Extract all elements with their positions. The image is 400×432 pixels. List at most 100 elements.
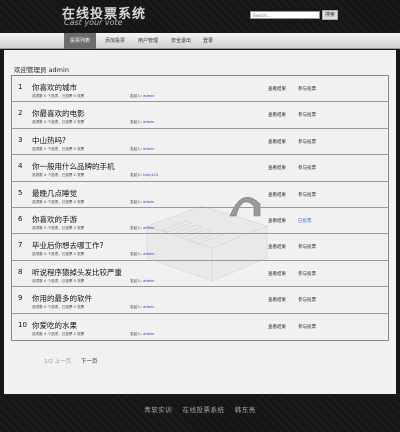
poll-title[interactable]: 中山热吗?: [32, 135, 66, 146]
initiator-name[interactable]: admin: [143, 226, 154, 230]
nav-user-management[interactable]: 用户管理: [133, 33, 163, 49]
header: 在线投票系统 Cast your vote 搜索: [0, 0, 400, 30]
initiator-name[interactable]: admin: [143, 200, 154, 204]
poll-number: 10: [18, 320, 27, 329]
vote-link[interactable]: 参与投票: [298, 324, 316, 330]
view-results-link[interactable]: 查看结果: [268, 297, 286, 303]
view-results-link[interactable]: 查看结果: [268, 86, 286, 92]
poll-meta: 选项数 4 个选项，已投票 0 张票: [32, 252, 85, 257]
poll-row: 2 你最喜欢的电影 选项数 4 个选项，已投票 0 张票 发起人: admin …: [12, 102, 388, 129]
vote-link[interactable]: 参与投票: [298, 165, 316, 171]
poll-title[interactable]: 你爱吃的水果: [32, 320, 77, 331]
initiator-name[interactable]: admin: [143, 305, 154, 309]
poll-list: 1 你喜欢的城市 选项数 4 个选项，已投票 0 张票 发起人: admin 查…: [11, 75, 389, 341]
initiator-label: 发起人:: [130, 146, 142, 151]
vote-link[interactable]: 参与投票: [298, 297, 316, 303]
view-results-link[interactable]: 查看结果: [268, 271, 286, 277]
poll-title[interactable]: 你喜欢的城市: [32, 82, 77, 93]
vote-link[interactable]: 参与投票: [298, 86, 316, 92]
poll-initiator: 发起人: admin: [130, 252, 154, 257]
poll-meta: 选项数 4 个选项，已投票 0 张票: [32, 120, 85, 125]
poll-meta: 选项数 4 个选项，已投票 0 张票: [32, 94, 85, 98]
footer: 青软实训 在线投票系统 韩东亮: [144, 406, 256, 414]
poll-number: 4: [18, 162, 23, 171]
next-page-link[interactable]: 下一页: [81, 359, 98, 365]
voted-status: 已投票: [298, 218, 312, 224]
view-results-link[interactable]: 查看结果: [268, 324, 286, 330]
vote-link[interactable]: 参与投票: [298, 244, 316, 250]
pagination: 1/2 上一页 下一页: [44, 357, 97, 365]
poll-initiator: 发起人: admin: [130, 332, 154, 337]
view-results-link[interactable]: 查看结果: [268, 165, 286, 171]
poll-initiator: 发起人: admin: [130, 305, 154, 310]
welcome-message: 欢迎管理员 admin: [14, 64, 69, 74]
vote-link[interactable]: 参与投票: [298, 271, 316, 277]
poll-title[interactable]: 最晚几点睡觉: [32, 188, 77, 199]
view-results-link[interactable]: 查看结果: [268, 218, 286, 224]
poll-initiator: 发起人: admin: [130, 200, 154, 205]
poll-row: 9 你用的最多的软件 选项数 4 个选项，已投票 0 张票 发起人: admin…: [12, 287, 388, 314]
welcome-label: 欢迎管理员: [14, 66, 47, 74]
initiator-label: 发起人:: [130, 94, 142, 98]
poll-number: 1: [18, 83, 23, 91]
nav-poll-list[interactable]: 投票列表: [64, 33, 96, 49]
search-input[interactable]: [250, 11, 320, 19]
poll-meta: 选项数 5 个选项，已投票 0 张票: [32, 225, 85, 230]
initiator-name[interactable]: admin: [143, 120, 154, 124]
main-nav: 投票列表 添加投票 用户管理 安全退出 登录: [0, 33, 400, 49]
poll-row: 8 听说程序猿掉头发比较严重 选项数 4 个选项，已投票 0 张票 发起人: a…: [12, 261, 388, 288]
initiator-name[interactable]: admin: [143, 94, 154, 98]
poll-row: 7 毕业后你想去哪工作? 选项数 4 个选项，已投票 0 张票 发起人: adm…: [12, 234, 388, 261]
poll-row: 3 中山热吗? 选项数 2 个选项，已投票 0 张票 发起人: admin 查看…: [12, 129, 388, 156]
nav-add-poll[interactable]: 添加投票: [100, 33, 130, 49]
poll-row: 10 你爱吃的水果 选项数 4 个选项，已投票 0 张票 发起人: admin …: [12, 314, 388, 340]
initiator-label: 发起人:: [130, 199, 142, 204]
initiator-label: 发起人:: [130, 120, 142, 125]
poll-meta: 选项数 4 个选项，已投票 0 张票: [32, 305, 85, 310]
poll-initiator: 发起人: admin: [130, 147, 154, 152]
poll-number: 2: [18, 109, 23, 118]
poll-number: 3: [18, 135, 23, 144]
initiator-name[interactable]: admin: [143, 279, 154, 283]
initiator-label: 发起人:: [130, 305, 142, 310]
vote-link[interactable]: 参与投票: [298, 192, 316, 198]
poll-initiator: 发起人: admin: [130, 120, 154, 125]
view-results-link[interactable]: 查看结果: [268, 244, 286, 250]
poll-meta: 选项数 4 个选项，已投票 0 张票: [32, 199, 85, 204]
search-button[interactable]: 搜索: [322, 10, 338, 20]
nav-logout[interactable]: 安全退出: [166, 33, 196, 49]
view-results-link[interactable]: 查看结果: [268, 192, 286, 198]
poll-row: 1 你喜欢的城市 选项数 4 个选项，已投票 0 张票 发起人: admin 查…: [12, 76, 388, 103]
initiator-label: 发起人:: [130, 331, 142, 336]
app-subtitle: Cast your vote: [64, 18, 123, 27]
initiator-name[interactable]: admin: [143, 252, 154, 256]
initiator-name[interactable]: admin: [143, 332, 154, 336]
poll-title[interactable]: 毕业后你想去哪工作?: [32, 240, 103, 251]
initiator-label: 发起人:: [130, 173, 142, 178]
poll-title[interactable]: 你用的最多的软件: [32, 293, 92, 304]
vote-link[interactable]: 参与投票: [298, 112, 316, 118]
poll-meta: 选项数 4 个选项，已投票 0 张票: [32, 278, 85, 283]
view-results-link[interactable]: 查看结果: [268, 139, 286, 145]
poll-title[interactable]: 你最喜欢的电影: [32, 108, 85, 119]
poll-row: 6 你喜欢的手游 选项数 5 个选项，已投票 0 张票 发起人: admin 查…: [12, 208, 388, 235]
poll-title[interactable]: 你喜欢的手游: [32, 214, 77, 225]
initiator-name[interactable]: admin: [143, 147, 154, 151]
poll-meta: 选项数 4 个选项，已投票 0 张票: [32, 331, 85, 336]
poll-initiator: 发起人: admin: [130, 279, 154, 284]
poll-initiator: 发起人: admin: [130, 94, 154, 99]
initiator-name[interactable]: hsky123: [143, 173, 158, 177]
welcome-user: admin: [48, 66, 69, 74]
poll-number: 9: [18, 294, 23, 303]
poll-meta: 选项数 4 个选项，已投票 2 张票: [32, 173, 85, 178]
poll-initiator: 发起人: admin: [130, 226, 154, 231]
initiator-label: 发起人:: [130, 252, 142, 257]
prev-page-link[interactable]: 上一页: [55, 359, 72, 365]
vote-link[interactable]: 参与投票: [298, 139, 316, 145]
view-results-link[interactable]: 查看结果: [268, 112, 286, 118]
poll-number: 7: [18, 241, 23, 250]
poll-number: 8: [18, 267, 23, 276]
poll-title[interactable]: 听说程序猿掉头发比较严重: [32, 267, 122, 278]
poll-title[interactable]: 你一般用什么品牌的手机: [32, 161, 115, 172]
nav-login[interactable]: 登录: [198, 33, 218, 49]
